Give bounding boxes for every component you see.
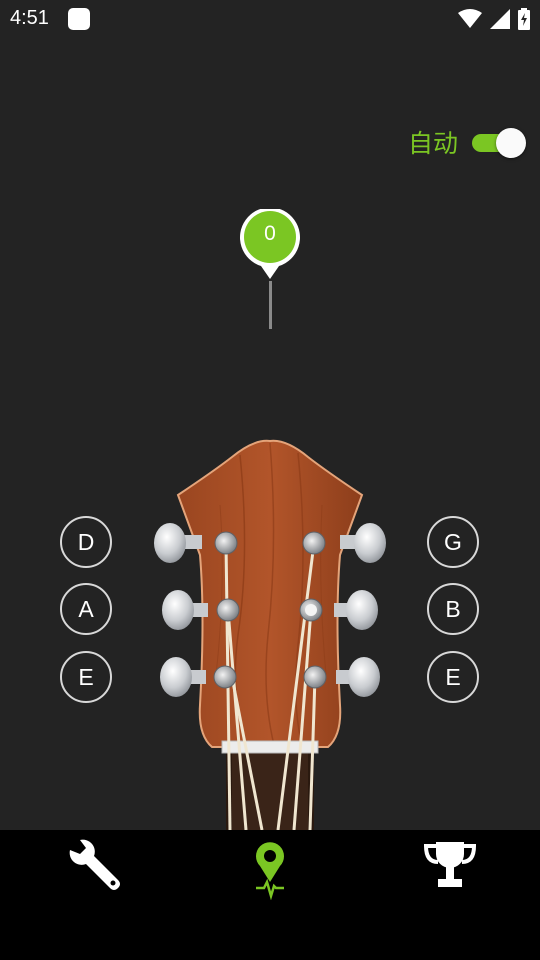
string-button-high-e[interactable]: E — [427, 651, 479, 703]
string-button-a[interactable]: A — [60, 583, 112, 635]
pitch-indicator: 0 — [240, 207, 300, 281]
nav-achievements[interactable] — [420, 836, 480, 898]
trophy-icon — [423, 842, 477, 887]
signal-icon — [490, 9, 510, 29]
app-notification-icon — [68, 8, 90, 30]
tuner-pin-icon — [256, 842, 284, 901]
nav-tuner[interactable] — [240, 836, 300, 901]
string-button-g[interactable]: G — [427, 516, 479, 568]
headstock-body — [176, 439, 364, 748]
deviation-value: 0 — [264, 222, 276, 245]
toggle-thumb — [496, 128, 526, 158]
nav-settings[interactable] — [62, 836, 122, 898]
status-time: 4:51 — [10, 7, 49, 29]
guitar-headstock — [150, 435, 390, 833]
string-button-b[interactable]: B — [427, 583, 479, 635]
battery-charging-icon — [518, 8, 530, 30]
auto-mode-row: 自动 — [408, 124, 526, 160]
string-button-low-e[interactable]: E — [60, 651, 112, 703]
tuner-peg-right-2 — [334, 590, 378, 630]
tuner-peg-left-3 — [160, 657, 206, 697]
auto-mode-toggle[interactable] — [470, 127, 526, 158]
auto-mode-label: 自动 — [407, 129, 458, 158]
status-icons — [458, 8, 530, 30]
wrench-icon — [69, 839, 120, 890]
status-bar: 4:51 — [0, 0, 540, 38]
wifi-icon — [458, 9, 482, 28]
bottom-navigation — [0, 830, 540, 960]
tuning-needle — [269, 281, 272, 329]
tuner-peg-left-2 — [162, 590, 208, 630]
tuner-peg-right-3 — [336, 657, 380, 697]
string-button-d[interactable]: D — [60, 516, 112, 568]
